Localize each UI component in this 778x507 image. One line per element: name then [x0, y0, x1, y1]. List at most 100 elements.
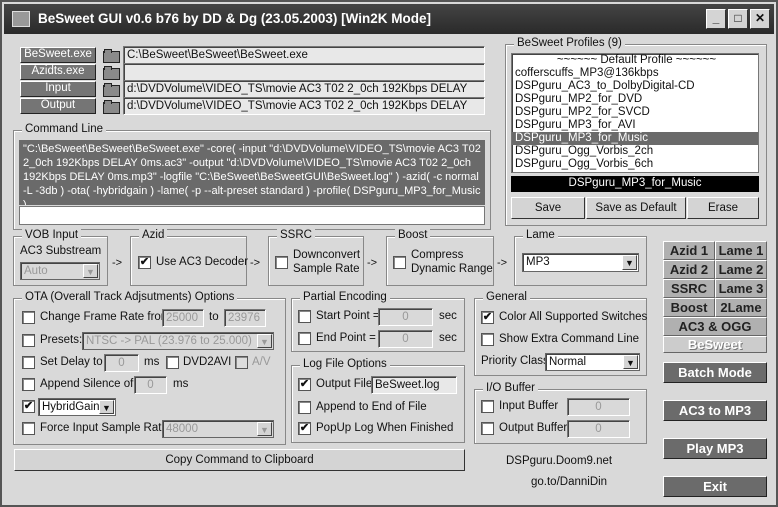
besweet-path-field[interactable]: C:\BeSweet\BeSweet\BeSweet.exe: [123, 46, 485, 64]
lame3-button[interactable]: Lame 3: [715, 279, 767, 298]
besweet-exe-button[interactable]: BeSweet.exe: [20, 47, 96, 63]
boost-button[interactable]: Boost: [663, 298, 715, 317]
profile-item[interactable]: ~~~~~~ Default Profile ~~~~~~: [512, 54, 758, 67]
copy-command-button[interactable]: Copy Command to Clipboard: [14, 449, 465, 471]
besweet-button[interactable]: BeSweet: [663, 336, 767, 353]
erase-profile-button[interactable]: Erase: [687, 197, 759, 219]
batch-mode-button[interactable]: Batch Mode: [663, 362, 767, 383]
azidts-path-field[interactable]: [123, 63, 485, 81]
log-file-field[interactable]: BeSweet.log: [371, 376, 457, 394]
dvd2avi-checkbox[interactable]: [166, 356, 179, 369]
popup-log-checkbox[interactable]: ✔: [298, 422, 311, 435]
input-buffer-field[interactable]: 0: [567, 398, 630, 416]
profile-item[interactable]: DSPguru_Ogg_Vorbis_6ch: [512, 158, 758, 171]
force-rate-checkbox[interactable]: [22, 422, 35, 435]
lame1-button[interactable]: Lame 1: [715, 241, 767, 260]
frame-rate-checkbox[interactable]: [22, 311, 35, 324]
save-profile-button[interactable]: Save: [511, 197, 585, 219]
output-buffer-checkbox[interactable]: [481, 422, 494, 435]
lame-select[interactable]: MP3 ▼: [522, 253, 639, 272]
play-mp3-button[interactable]: Play MP3: [663, 438, 767, 459]
log-file-title: Log File Options: [300, 358, 390, 370]
azidts-exe-button[interactable]: Azidts.exe: [20, 64, 96, 80]
start-point-field[interactable]: 0: [378, 308, 433, 326]
output-buffer-field[interactable]: 0: [567, 420, 630, 438]
force-rate-select[interactable]: 48000 ▼: [162, 420, 274, 438]
minimize-button[interactable]: _: [706, 9, 726, 29]
priority-select[interactable]: Normal ▼: [545, 353, 640, 371]
popup-log-label: PopUp Log When Finished: [316, 422, 454, 434]
end-point-field[interactable]: 0: [378, 330, 433, 348]
ssrc-label-2: Sample Rate: [293, 263, 360, 275]
presets-select[interactable]: NTSC -> PAL (23.976 to 25.000) ▼: [82, 332, 274, 350]
extra-command-checkbox[interactable]: [481, 333, 494, 346]
profile-item[interactable]: DSPguru_MP3_for_AVI: [512, 119, 758, 132]
ssrc-title: SSRC: [277, 229, 315, 241]
app-icon: [12, 11, 30, 27]
save-disk-icon[interactable]: [102, 98, 120, 114]
folder-open-icon[interactable]: [102, 64, 120, 80]
folder-open-icon[interactable]: [102, 81, 120, 97]
command-extra-field[interactable]: [19, 206, 485, 225]
input-buffer-checkbox[interactable]: [481, 400, 494, 413]
exit-button[interactable]: Exit: [663, 476, 767, 497]
append-log-checkbox[interactable]: [298, 401, 311, 414]
profile-item[interactable]: DSPguru_MP2_for_SVCD: [512, 106, 758, 119]
presets-value: NTSC -> PAL (23.976 to 25.000): [86, 335, 252, 347]
azid-title: Azid: [139, 229, 168, 241]
lame2-button[interactable]: Lame 2: [715, 260, 767, 279]
2lame-button[interactable]: 2Lame: [715, 298, 767, 317]
ac3-substream-value: Auto: [24, 265, 48, 277]
frame-rate-to-field[interactable]: 23976: [224, 309, 266, 327]
profile-item-selected[interactable]: DSPguru_MP3_for_Music: [512, 132, 758, 145]
output-path-field[interactable]: d:\DVDVolume\VIDEO_TS\movie AC3 T02 2_0c…: [123, 97, 485, 115]
output-button[interactable]: Output: [20, 98, 96, 114]
delay-checkbox[interactable]: [22, 356, 35, 369]
av-label: A/V: [252, 356, 271, 368]
profile-item[interactable]: DSPguru_Ogg_Vorbis_2ch: [512, 145, 758, 158]
output-file-checkbox[interactable]: ✔: [298, 378, 311, 391]
chevron-down-icon: ▼: [622, 255, 637, 270]
dspguru-link[interactable]: DSPguru.Doom9.net: [506, 455, 612, 467]
maximize-button[interactable]: □: [728, 9, 748, 29]
profiles-list[interactable]: ~~~~~~ Default Profile ~~~~~~ cofferscuf…: [511, 53, 759, 173]
ssrc-button[interactable]: SSRC: [663, 279, 715, 298]
command-line-text[interactable]: "C:\BeSweet\BeSweet\BeSweet.exe" -core( …: [19, 140, 485, 205]
ssrc-label-1: Downconvert: [293, 249, 361, 261]
azid-checkbox[interactable]: ✔: [138, 256, 151, 269]
profile-item[interactable]: cofferscuffs_MP3@136kbps: [512, 67, 758, 80]
profile-item[interactable]: DSPguru_MP2_for_DVD: [512, 93, 758, 106]
start-point-checkbox[interactable]: [298, 310, 311, 323]
hybridgain-select[interactable]: HybridGain ▼: [38, 398, 116, 416]
presets-checkbox[interactable]: [22, 334, 35, 347]
boost-checkbox[interactable]: [393, 256, 406, 269]
ac3-to-mp3-button[interactable]: AC3 to MP3: [663, 400, 767, 421]
ac3-substream-select[interactable]: Auto ▼: [20, 262, 100, 280]
main-window: BeSweet GUI v0.6 b76 by DD & Dg (23.05.2…: [0, 0, 778, 507]
azid1-button[interactable]: Azid 1: [663, 241, 715, 260]
start-point-label: Start Point =: [316, 310, 380, 322]
av-checkbox[interactable]: [235, 356, 248, 369]
color-switches-label: Color All Supported Switches: [499, 311, 648, 323]
color-switches-checkbox[interactable]: ✔: [481, 311, 494, 324]
hybridgain-value: HybridGain: [42, 401, 100, 413]
hybridgain-checkbox[interactable]: ✔: [22, 400, 35, 413]
dannidin-link[interactable]: go.to/DanniDin: [531, 476, 607, 488]
frame-rate-from-field[interactable]: 25000: [162, 309, 204, 327]
ota-title: OTA (Overall Track Adjsutments) Options: [22, 291, 238, 303]
ssrc-checkbox[interactable]: [275, 256, 288, 269]
end-point-checkbox[interactable]: [298, 332, 311, 345]
save-default-button[interactable]: Save as Default: [586, 197, 686, 219]
input-path-field[interactable]: d:\DVDVolume\VIDEO_TS\movie AC3 T02 2_0c…: [123, 80, 485, 98]
profile-item[interactable]: DSPguru_AC3_to_DolbyDigital-CD: [512, 80, 758, 93]
silence-field[interactable]: 0: [134, 376, 167, 394]
azid2-button[interactable]: Azid 2: [663, 260, 715, 279]
silence-checkbox[interactable]: [22, 378, 35, 391]
input-button[interactable]: Input: [20, 81, 96, 97]
delay-field[interactable]: 0: [104, 354, 139, 372]
close-button[interactable]: ✕: [750, 9, 770, 29]
lame-title: Lame: [523, 229, 558, 241]
folder-open-icon[interactable]: [102, 47, 120, 63]
ac3-ogg-button[interactable]: AC3 & OGG: [663, 317, 767, 336]
boost-title: Boost: [395, 229, 431, 241]
